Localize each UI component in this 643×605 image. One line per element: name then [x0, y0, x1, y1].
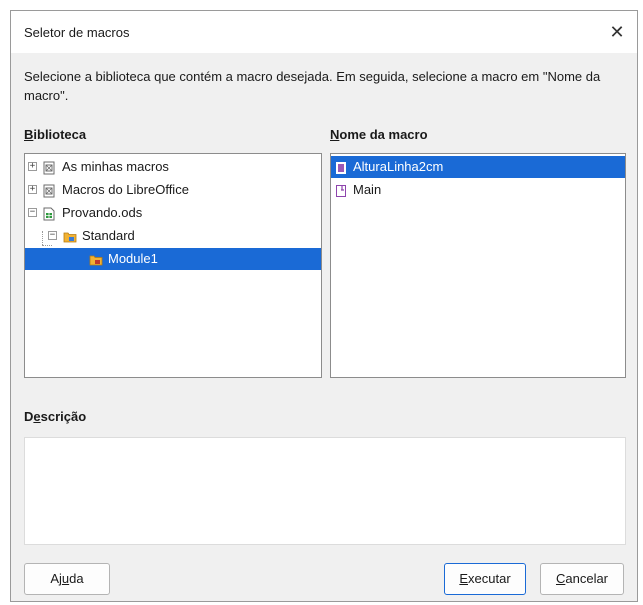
tree-item-label: Provando.ods: [62, 205, 143, 220]
macro-item-label: Main: [353, 182, 382, 197]
run-button[interactable]: Executar: [444, 563, 526, 595]
macro-library-icon: [43, 160, 56, 175]
description-box: [24, 437, 626, 545]
expand-icon[interactable]: +: [28, 162, 37, 171]
tree-item-as-minhas-macros[interactable]: + As minhas macros: [25, 156, 321, 178]
tree-item-standard[interactable]: − Standard: [25, 225, 321, 247]
tree-item-label: Macros do LibreOffice: [62, 182, 189, 197]
tree-item-label: As minhas macros: [62, 159, 169, 174]
macro-library-icon: [43, 183, 56, 198]
macro-icon: [335, 183, 348, 197]
close-button[interactable]: ✕: [605, 21, 629, 43]
macro-list[interactable]: AlturaLinha2cm Main: [330, 153, 626, 378]
dialog-title: Seletor de macros: [24, 25, 130, 40]
tree-item-macros-do-libreoffice[interactable]: + Macros do LibreOffice: [25, 179, 321, 201]
collapse-icon[interactable]: −: [48, 231, 57, 240]
cancel-button[interactable]: Cancelar: [540, 563, 624, 595]
collapse-icon[interactable]: −: [28, 208, 37, 217]
macro-item-main[interactable]: Main: [331, 179, 625, 201]
tree-item-provando-ods[interactable]: − Provando.ods: [25, 202, 321, 224]
basic-library-icon: [63, 229, 77, 243]
library-tree[interactable]: + As minhas macros + Macros do LibreOffi…: [24, 153, 322, 378]
macro-item-label: AlturaLinha2cm: [353, 159, 444, 174]
tree-item-label: Standard: [82, 228, 135, 243]
description-label: Descrição: [24, 409, 87, 424]
help-button[interactable]: Ajuda: [24, 563, 110, 595]
library-label: Biblioteca: [24, 127, 87, 142]
macro-icon: [335, 160, 348, 174]
macro-name-label: Nome da macro: [330, 127, 428, 142]
spreadsheet-document-icon: [43, 206, 56, 221]
macro-selector-dialog: Seletor de macros ✕ Selecione a bibliote…: [10, 10, 638, 602]
instructions-text: Selecione a biblioteca que contém a macr…: [24, 69, 601, 103]
close-icon: ✕: [609, 22, 625, 42]
macro-item-alturalinha2cm[interactable]: AlturaLinha2cm: [331, 156, 625, 178]
tree-item-module1[interactable]: Module1: [25, 248, 321, 270]
basic-module-icon: [89, 252, 103, 266]
expand-icon[interactable]: +: [28, 185, 37, 194]
tree-item-label: Module1: [108, 251, 158, 266]
title-bar: Seletor de macros ✕: [11, 11, 637, 53]
